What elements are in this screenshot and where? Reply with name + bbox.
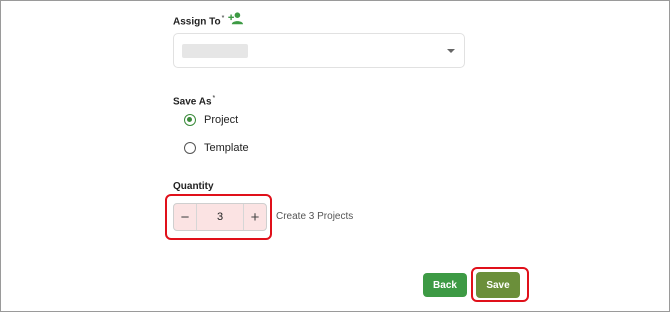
back-button[interactable]: Back: [423, 273, 467, 297]
assign-to-required-mark: *: [221, 15, 225, 22]
assign-to-label: Assign To*: [173, 15, 224, 27]
save-as-option-project[interactable]: Project: [184, 114, 238, 126]
save-as-label-text: Save As: [173, 96, 212, 108]
assign-to-label-text: Assign To: [173, 16, 221, 28]
quantity-stepper[interactable]: − 3 +: [173, 203, 267, 231]
radio-unchecked-icon[interactable]: [184, 142, 196, 154]
radio-checked-icon[interactable]: [184, 114, 196, 126]
chevron-down-icon: [447, 49, 455, 53]
decrement-button[interactable]: −: [174, 204, 196, 230]
save-as-option-label: Project: [204, 114, 239, 126]
increment-button[interactable]: +: [244, 204, 266, 230]
save-as-option-label: Template: [204, 142, 249, 154]
save-button[interactable]: Save: [476, 272, 520, 298]
create-projects-hint: Create 3 Projects: [276, 211, 354, 222]
quantity-label: Quantity: [173, 181, 214, 192]
save-as-label: Save As*: [173, 95, 215, 107]
quantity-value[interactable]: 3: [196, 204, 244, 230]
assign-to-selected-value: [182, 44, 248, 58]
save-as-required-mark: *: [212, 95, 216, 102]
quantity-label-text: Quantity: [173, 181, 214, 192]
person-add-icon[interactable]: [227, 11, 245, 25]
save-as-option-template[interactable]: Template: [184, 142, 249, 154]
assign-to-select[interactable]: [173, 33, 465, 68]
